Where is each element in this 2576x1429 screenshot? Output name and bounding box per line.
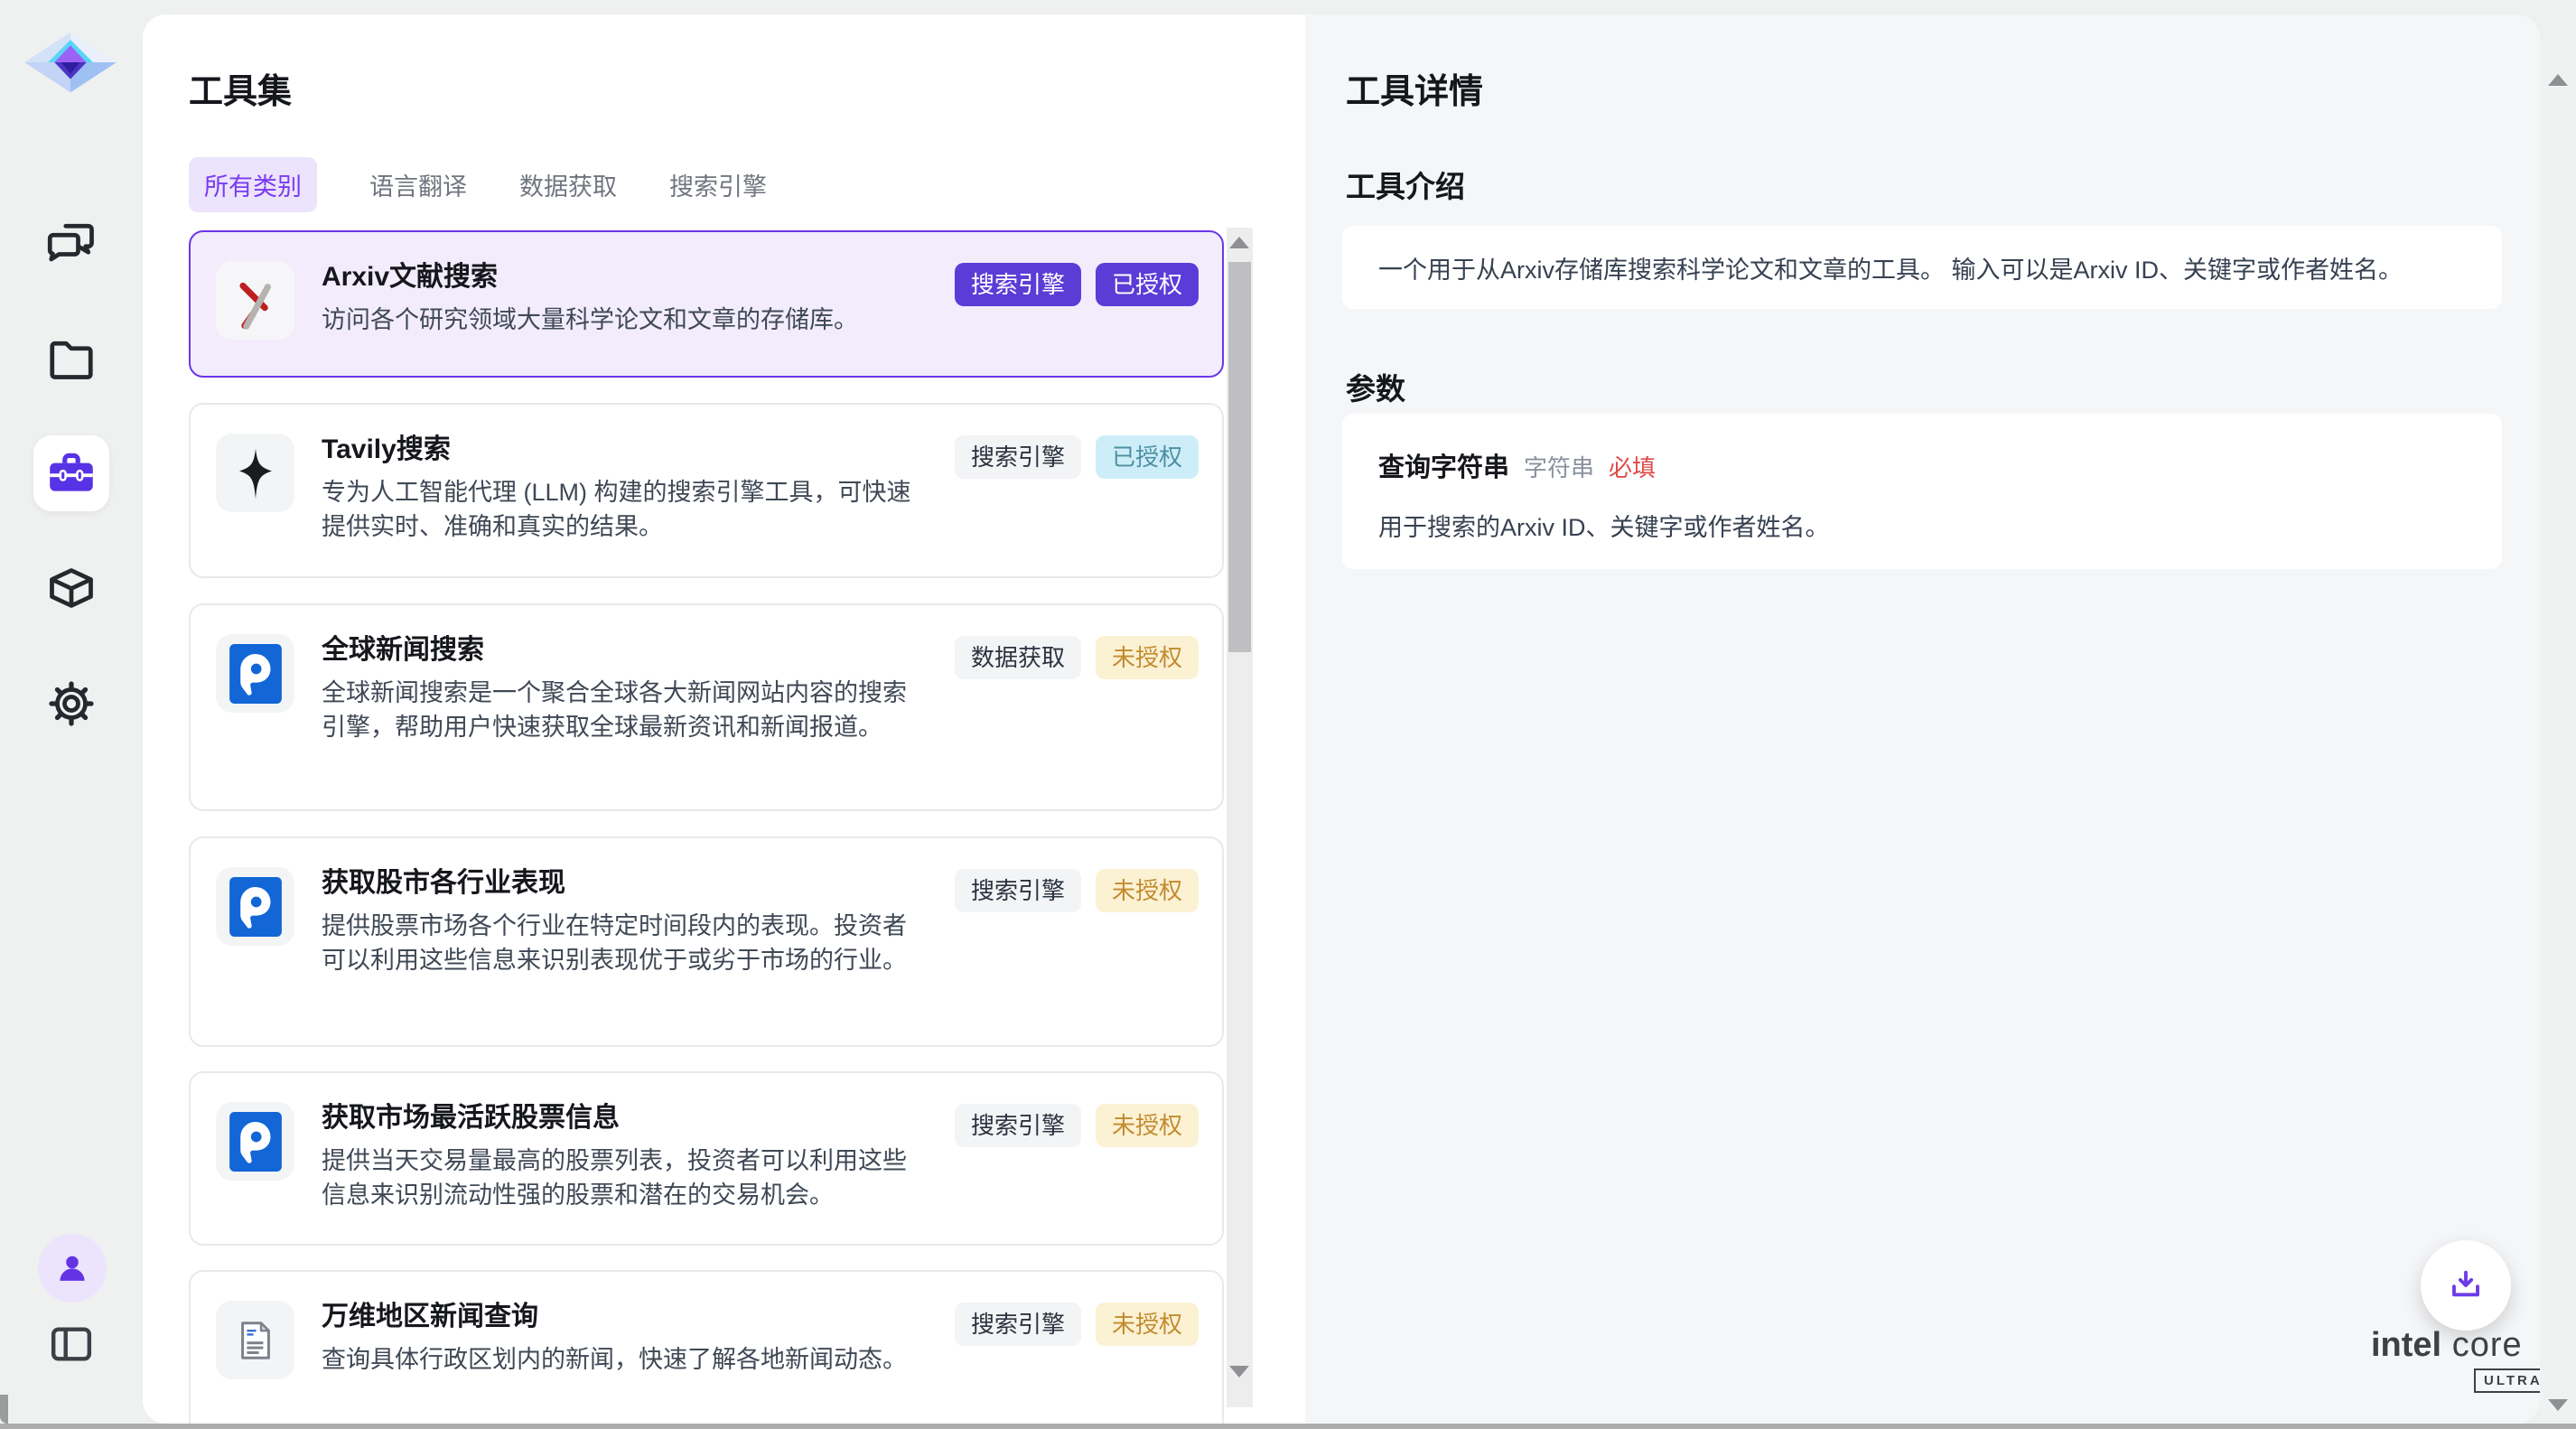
arxiv-icon — [216, 261, 294, 340]
user-icon — [52, 1248, 92, 1288]
news-api-icon — [216, 1102, 294, 1181]
tool-card-local-news[interactable]: 万维地区新闻查询 查询具体行政区划内的新闻，快速了解各地新闻动态。 搜索引擎 未… — [189, 1270, 1224, 1424]
intel-wordmark: intel — [2371, 1326, 2441, 1364]
tool-title: 获取市场最活跃股票信息 — [322, 1102, 922, 1135]
app-logo — [23, 29, 117, 98]
news-api-icon — [216, 634, 294, 713]
list-scrollbar-thumb[interactable] — [1228, 262, 1251, 652]
folder-icon — [44, 332, 98, 386]
param-description: 用于搜索的Arxiv ID、关键字或作者姓名。 — [1378, 508, 2466, 543]
param-name: 查询字符串 — [1378, 446, 1509, 484]
auth-badge: 已授权 — [1096, 435, 1199, 479]
param-type: 字符串 — [1524, 450, 1594, 483]
param-required-badge: 必填 — [1609, 450, 1656, 483]
ultra-badge: ULTRA — [2474, 1368, 2540, 1393]
panel-toggle-icon — [46, 1319, 97, 1369]
auth-badge: 未授权 — [1096, 636, 1199, 679]
tool-title: Arxiv文献搜索 — [322, 261, 858, 294]
list-scroll-down-arrow[interactable] — [1229, 1366, 1249, 1378]
auth-badge: 未授权 — [1096, 1104, 1199, 1147]
sidebar-item-models[interactable] — [33, 550, 109, 626]
sidebar-item-settings[interactable] — [33, 666, 109, 742]
tool-detail-panel: 工具详情 工具介绍 一个用于从Arxiv存储库搜索科学论文和文章的工具。 输入可… — [1305, 14, 2540, 1424]
detail-title: 工具详情 — [1346, 63, 1483, 113]
intro-card: 一个用于从Arxiv存储库搜索科学论文和文章的工具。 输入可以是Arxiv ID… — [1342, 226, 2502, 309]
sidebar-item-tools[interactable] — [33, 435, 109, 511]
cube-icon — [44, 561, 98, 615]
tool-title: 全球新闻搜索 — [322, 634, 922, 667]
auth-badge: 未授权 — [1096, 1303, 1199, 1346]
category-badge: 搜索引擎 — [955, 1303, 1081, 1346]
local-news-icon — [216, 1301, 294, 1379]
diamond-logo-icon — [23, 29, 117, 98]
tool-title: 万维地区新闻查询 — [322, 1301, 907, 1333]
tool-description: 全球新闻搜索是一个聚合全球各大新闻网站内容的搜索引擎，帮助用户快速获取全球最新资… — [322, 676, 922, 744]
intro-text: 一个用于从Arxiv存储库搜索科学论文和文章的工具。 输入可以是Arxiv ID… — [1378, 250, 2403, 285]
category-tabs: 所有类别 语言翻译 数据获取 搜索引擎 — [189, 157, 767, 212]
toolset-panel: 工具集 所有类别 语言翻译 数据获取 搜索引擎 Arxiv文献搜索 访问各个研究… — [143, 14, 1305, 1424]
category-badge: 数据获取 — [955, 636, 1081, 679]
tool-card-tavily[interactable]: Tavily搜索 专为人工智能代理 (LLM) 构建的搜索引擎工具，可快速提供实… — [189, 403, 1224, 578]
tool-description: 提供股票市场各个行业在特定时间段内的表现。投资者可以利用这些信息来识别表现优于或… — [322, 909, 922, 977]
app-window: 工具集 所有类别 语言翻译 数据获取 搜索引擎 Arxiv文献搜索 访问各个研究… — [0, 0, 2576, 1429]
intro-heading: 工具介绍 — [1346, 163, 1465, 206]
toolbox-icon — [43, 445, 99, 501]
bottom-window-edge — [0, 1424, 2576, 1429]
bottom-left-corner — [0, 1395, 8, 1424]
tab-translation[interactable]: 语言翻译 — [369, 157, 467, 212]
user-avatar[interactable] — [38, 1234, 107, 1303]
param-card: 查询字符串 字符串 必填 用于搜索的Arxiv ID、关键字或作者姓名。 — [1342, 414, 2502, 569]
category-badge: 搜索引擎 — [955, 435, 1081, 479]
category-badge: 搜索引擎 — [955, 263, 1081, 306]
auth-badge: 未授权 — [1096, 869, 1199, 912]
window-scrollbar-track[interactable] — [2540, 41, 2576, 1429]
tab-data-fetch[interactable]: 数据获取 — [519, 157, 617, 212]
window-scroll-up-arrow[interactable] — [2548, 74, 2568, 86]
tool-card-global-news[interactable]: 全球新闻搜索 全球新闻搜索是一个聚合全球各大新闻网站内容的搜索引擎，帮助用户快速… — [189, 603, 1224, 811]
tool-card-sector-performance[interactable]: 获取股市各行业表现 提供股票市场各个行业在特定时间段内的表现。投资者可以利用这些… — [189, 836, 1224, 1047]
sidebar — [0, 0, 143, 1424]
tool-title: 获取股市各行业表现 — [322, 867, 922, 900]
tool-description: 提供当天交易量最高的股票列表，投资者可以利用这些信息来识别流动性强的股票和潜在的… — [322, 1144, 922, 1212]
collapse-sidebar-button[interactable] — [33, 1306, 109, 1382]
page-title: 工具集 — [189, 63, 292, 113]
category-badge: 搜索引擎 — [955, 869, 1081, 912]
tool-description: 专为人工智能代理 (LLM) 构建的搜索引擎工具，可快速提供实时、准确和真实的结… — [322, 475, 922, 544]
list-scroll-up-arrow[interactable] — [1229, 237, 1249, 248]
tool-card-most-active-stocks[interactable]: 获取市场最活跃股票信息 提供当天交易量最高的股票列表，投资者可以利用这些信息来识… — [189, 1071, 1224, 1246]
news-api-icon — [216, 867, 294, 946]
tool-title: Tavily搜索 — [322, 434, 922, 466]
sidebar-item-files[interactable] — [33, 321, 109, 397]
tool-description: 查询具体行政区划内的新闻，快速了解各地新闻动态。 — [322, 1342, 907, 1377]
download-button[interactable] — [2421, 1240, 2511, 1331]
download-icon — [2445, 1265, 2487, 1306]
tab-all-categories[interactable]: 所有类别 — [189, 157, 317, 212]
tool-description: 访问各个研究领域大量科学论文和文章的存储库。 — [322, 303, 858, 337]
tavily-star-icon — [216, 434, 294, 512]
core-wordmark: core — [2452, 1326, 2523, 1364]
sidebar-item-chat[interactable] — [33, 205, 109, 281]
params-heading: 参数 — [1346, 365, 1405, 408]
window-scroll-down-arrow[interactable] — [2548, 1399, 2568, 1411]
tab-search-engine[interactable]: 搜索引擎 — [669, 157, 767, 212]
gear-icon — [44, 677, 98, 731]
auth-badge: 已授权 — [1096, 263, 1199, 306]
tool-card-arxiv[interactable]: Arxiv文献搜索 访问各个研究领域大量科学论文和文章的存储库。 搜索引擎 已授… — [189, 230, 1224, 378]
intel-core-logo: intel core — [2371, 1326, 2515, 1365]
category-badge: 搜索引擎 — [955, 1104, 1081, 1147]
chat-icon — [44, 216, 98, 270]
